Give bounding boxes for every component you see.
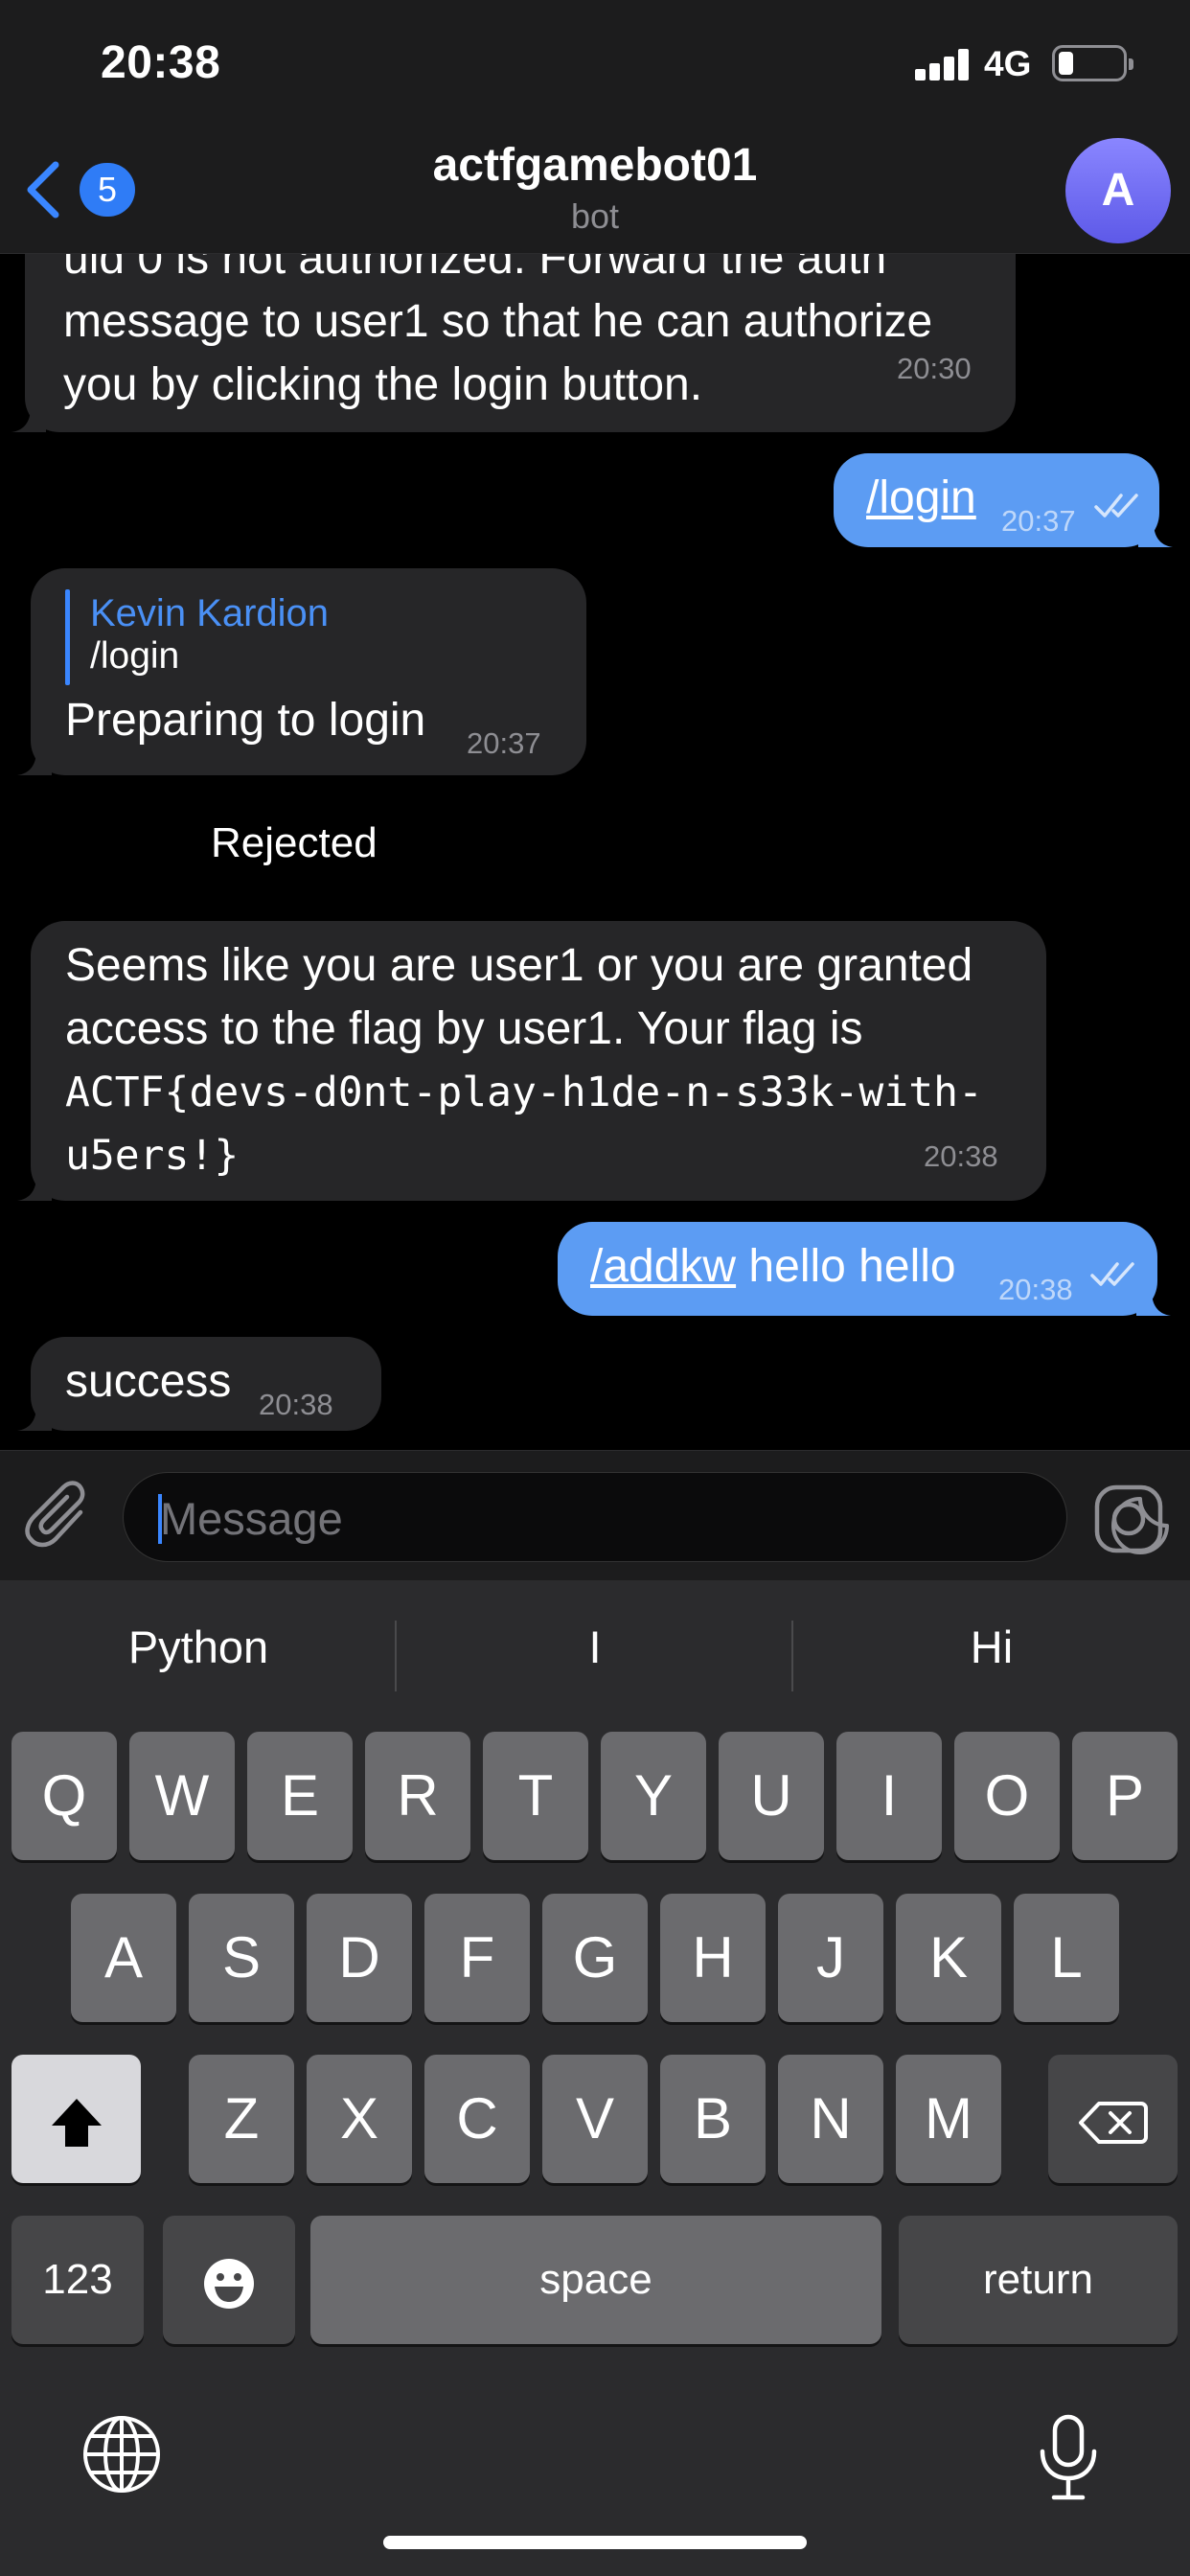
key-a[interactable]: A [71, 1894, 176, 2022]
backspace-icon [1078, 2102, 1148, 2145]
reply-text: /login [90, 635, 180, 677]
key-z[interactable]: Z [189, 2055, 294, 2183]
message-composer: Message [0, 1450, 1190, 1580]
key-s[interactable]: S [189, 1894, 294, 2022]
message-placeholder: Message [160, 1493, 343, 1544]
key-n[interactable]: N [778, 2055, 883, 2183]
message-incoming[interactable]: success 20:38 [17, 1337, 381, 1431]
key-y[interactable]: Y [601, 1732, 706, 1860]
key-l[interactable]: L [1014, 1894, 1119, 2022]
key-j[interactable]: J [778, 1894, 883, 2022]
paperclip-icon[interactable] [25, 1480, 96, 1554]
key-q[interactable]: Q [11, 1732, 117, 1860]
key-f[interactable]: F [424, 1894, 530, 2022]
suggestion-i[interactable]: I [397, 1621, 793, 1673]
message-time: 20:30 [897, 352, 972, 385]
delete-key[interactable] [1048, 2055, 1178, 2183]
message-time: 20:37 [1001, 504, 1076, 538]
message-time: 20:38 [998, 1273, 1073, 1306]
top-bar: 20:38 4G 5 actfgamebot01 bot A [0, 0, 1190, 254]
message-incoming[interactable]: Seems like you are user1 or you are gran… [17, 921, 1046, 1201]
chat-title[interactable]: actfgamebot01 [0, 139, 1190, 192]
status-time: 20:38 [101, 37, 221, 88]
bot-command-link[interactable]: /login [866, 467, 976, 530]
key-h[interactable]: H [660, 1894, 766, 2022]
suggestion-hi[interactable]: Hi [793, 1621, 1190, 1673]
network-type: 4G [984, 44, 1032, 83]
message-time: 20:38 [924, 1139, 998, 1173]
numbers-key[interactable]: 123 [11, 2216, 144, 2344]
key-i[interactable]: I [836, 1732, 942, 1860]
space-key[interactable]: space [310, 2216, 881, 2344]
message-list[interactable]: uid 0 is not authorized. Forward the aut… [0, 254, 1190, 1450]
camera-icon[interactable] [1093, 1484, 1164, 1554]
avatar[interactable]: A [1065, 138, 1171, 243]
message-time: 20:38 [259, 1388, 333, 1421]
shift-arrow-icon [51, 2099, 102, 2148]
emoji-key[interactable] [163, 2216, 295, 2344]
return-key[interactable]: return [899, 2216, 1178, 2344]
keyboard: Python I Hi Q W E R T Y U I O P A S D F … [0, 1580, 1190, 2576]
predictive-bar: Python I Hi [0, 1580, 1190, 1724]
chat-subtitle: bot [570, 196, 620, 236]
emoji-icon [204, 2259, 254, 2310]
message-text: uid 0 is not authorized. Forward the aut… [63, 254, 933, 410]
message-outgoing[interactable]: /addkw hello hello 20:38 [558, 1222, 1171, 1316]
message-time: 20:37 [467, 726, 541, 760]
key-r[interactable]: R [365, 1732, 470, 1860]
message-input[interactable]: Message [123, 1472, 1169, 1562]
message-text: Seems like you are user1 or you are gran… [65, 940, 973, 1054]
reply-bar [65, 589, 70, 685]
battery-icon [1052, 45, 1133, 81]
double-check-icon [1094, 494, 1138, 518]
key-x[interactable]: X [307, 2055, 412, 2183]
key-p[interactable]: P [1072, 1732, 1178, 1860]
message-text: Preparing to login [65, 695, 426, 746]
double-check-icon [1090, 1262, 1134, 1286]
key-g[interactable]: G [542, 1894, 648, 2022]
key-w[interactable]: W [129, 1732, 235, 1860]
microphone-icon[interactable] [1037, 2413, 1100, 2501]
key-o[interactable]: O [954, 1732, 1060, 1860]
globe-icon[interactable] [80, 2413, 163, 2496]
key-v[interactable]: V [542, 2055, 648, 2183]
inline-status-text: Rejected [211, 819, 378, 866]
key-d[interactable]: D [307, 1894, 412, 2022]
key-b[interactable]: B [660, 2055, 766, 2183]
key-t[interactable]: T [483, 1732, 588, 1860]
key-k[interactable]: K [896, 1894, 1001, 2022]
message-outgoing[interactable]: /login 20:37 [834, 453, 1173, 547]
key-u[interactable]: U [719, 1732, 824, 1860]
message-code[interactable]: ACTF{devs-d0nt-play-h1de-n-s33k-with-u5e… [65, 1061, 1004, 1187]
key-c[interactable]: C [424, 2055, 530, 2183]
bot-command-link[interactable]: /addkw [590, 1241, 736, 1292]
message-text: hello hello [736, 1241, 956, 1292]
suggestion-python[interactable]: Python [0, 1621, 397, 1673]
home-indicator[interactable] [383, 2536, 807, 2549]
key-m[interactable]: M [896, 2055, 1001, 2183]
message-text: success [65, 1356, 232, 1407]
signal-bars-icon [915, 48, 971, 80]
message-incoming[interactable]: uid 0 is not authorized. Forward the aut… [11, 254, 1016, 432]
shift-key[interactable] [11, 2055, 141, 2183]
message-incoming-reply[interactable]: Kevin Kardion /login Preparing to login … [17, 568, 586, 775]
key-e[interactable]: E [247, 1732, 353, 1860]
